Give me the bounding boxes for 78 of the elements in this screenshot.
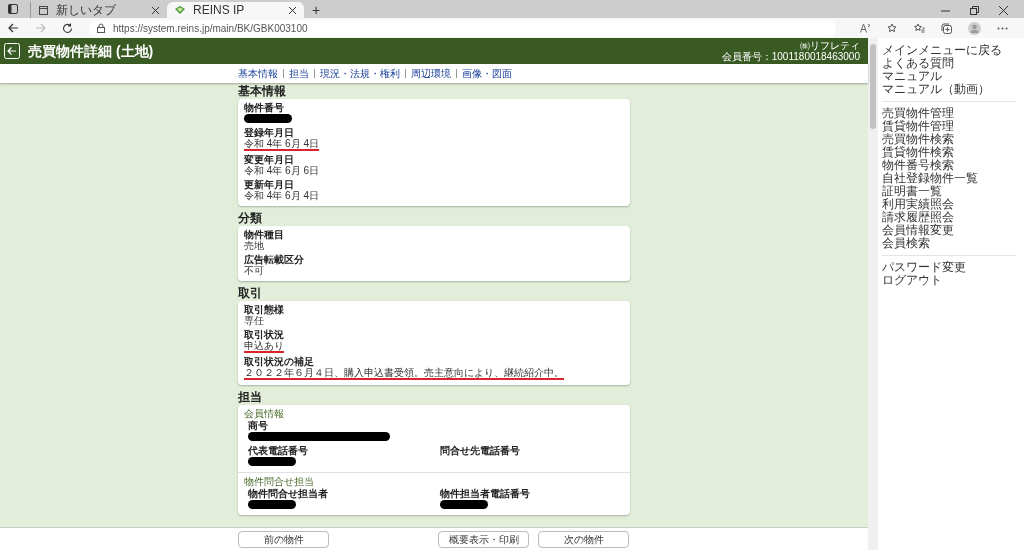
more-icon[interactable] [997, 26, 1008, 30]
member-number: 会員番号：1001180018463000 [721, 51, 860, 62]
menu-link[interactable]: 物件番号検索 [882, 159, 1016, 172]
field-label: 変更年月日 [244, 154, 295, 165]
field-label: 物件番号 [244, 102, 285, 113]
field-value: 売地 [244, 240, 264, 251]
field-value: 不可 [244, 265, 264, 276]
close-icon[interactable] [289, 6, 296, 14]
field-label: 取引態様 [244, 304, 285, 315]
page-icon [39, 5, 48, 15]
menu-link[interactable]: 自社登録物件一覧 [882, 172, 1016, 185]
new-tab-button[interactable]: + [308, 2, 325, 18]
footer-button[interactable]: 概要表示・印刷 [438, 530, 529, 548]
menu-link[interactable]: 会員検索 [882, 237, 1016, 250]
menu-link[interactable]: 証明書一覧 [882, 185, 1016, 198]
close-icon[interactable] [152, 6, 159, 14]
scrollbar[interactable] [868, 38, 878, 550]
section-link[interactable]: 周辺環境 [411, 66, 451, 81]
menu-link[interactable]: 会員情報変更 [882, 224, 1016, 237]
field-value: 申込あり [244, 340, 284, 353]
field-label: 代表電話番号 [248, 445, 309, 456]
field-value: 専任 [244, 315, 264, 326]
menu-link[interactable]: マニュアル（動画） [882, 83, 1016, 96]
menu-link[interactable]: 賃貸物件検索 [882, 146, 1016, 159]
browser-tab[interactable]: REINS IP [167, 2, 304, 18]
menu-link[interactable]: マニュアル [882, 70, 1016, 83]
menu-link[interactable]: 利用実績照会 [882, 198, 1016, 211]
field-value: 令和 4年 6月 6日 [244, 165, 320, 176]
lock-icon [97, 23, 105, 33]
menu-link[interactable]: パスワード変更 [882, 261, 1016, 274]
restore-icon[interactable] [970, 6, 979, 15]
field-label: 物件問合せ担当者 [248, 488, 329, 499]
field-label: 物件種目 [244, 229, 285, 240]
menu-link[interactable]: 請求履歴照会 [882, 211, 1016, 224]
section-heading: 基本情報 [238, 83, 287, 99]
address-bar[interactable]: https://system.reins.jp/main/BK/GBK003100 [89, 19, 836, 37]
url-text: https://system.reins.jp/main/BK/GBK003100 [113, 21, 308, 36]
section-heading: 取引 [238, 285, 263, 301]
footer-button[interactable]: 前の物件 [238, 530, 329, 548]
menu-link[interactable]: メインメニューに戻る [882, 44, 1016, 57]
favorites-icon[interactable] [914, 22, 925, 34]
field-label: 取引状況の補足 [244, 356, 315, 367]
field-label: 登録年月日 [244, 127, 295, 138]
field-label: 物件担当者電話番号 [440, 488, 531, 499]
field-label: 広告転載区分 [244, 254, 305, 265]
star-plus-icon[interactable] [887, 22, 898, 34]
close-icon[interactable] [999, 6, 1008, 15]
field-value: 令和 4年 6月 4日 [244, 190, 320, 201]
menu-link[interactable]: よくある質問 [882, 57, 1016, 70]
profile-avatar[interactable] [968, 21, 981, 35]
section-link[interactable]: 画像・図面 [462, 66, 512, 81]
menu-link[interactable]: ログアウト [882, 274, 1016, 287]
company-name: ㈱リフレティ [800, 40, 860, 51]
diamond-logo-icon [175, 6, 185, 14]
footer-button[interactable]: 次の物件 [538, 530, 629, 548]
field-label: 問合せ先電話番号 [440, 445, 521, 456]
section-link[interactable]: 担当 [289, 66, 309, 81]
section-link[interactable]: 現況・法規・権利 [320, 66, 400, 81]
section-heading: 担当 [238, 389, 263, 405]
field-label: 更新年月日 [244, 179, 295, 190]
scrollbar-thumb[interactable] [870, 44, 876, 129]
group-subtitle: 物件問合せ担当 [244, 476, 315, 487]
field-value: 令和 4年 6月 4日 [244, 138, 320, 151]
tab-actions-icon[interactable] [8, 4, 18, 14]
page-title: 売買物件詳細 (土地) [28, 41, 154, 61]
back-icon[interactable] [8, 23, 19, 33]
field-label: 商号 [248, 420, 269, 431]
group-subtitle: 会員情報 [244, 408, 285, 419]
read-aloud-icon[interactable] [860, 23, 871, 33]
field-label: 取引状況 [244, 329, 285, 340]
menu-link[interactable]: 売買物件検索 [882, 133, 1016, 146]
refresh-icon[interactable] [62, 22, 73, 34]
field-value: ２０２２年６月４日、購入申込書受領。売主意向により、継続紹介中。 [244, 367, 564, 380]
menu-link[interactable]: 賃貸物件管理 [882, 120, 1016, 133]
section-heading: 分類 [238, 210, 263, 226]
section-link[interactable]: 基本情報 [238, 66, 278, 81]
collections-icon[interactable] [941, 22, 952, 34]
menu-link[interactable]: 売買物件管理 [882, 107, 1016, 120]
